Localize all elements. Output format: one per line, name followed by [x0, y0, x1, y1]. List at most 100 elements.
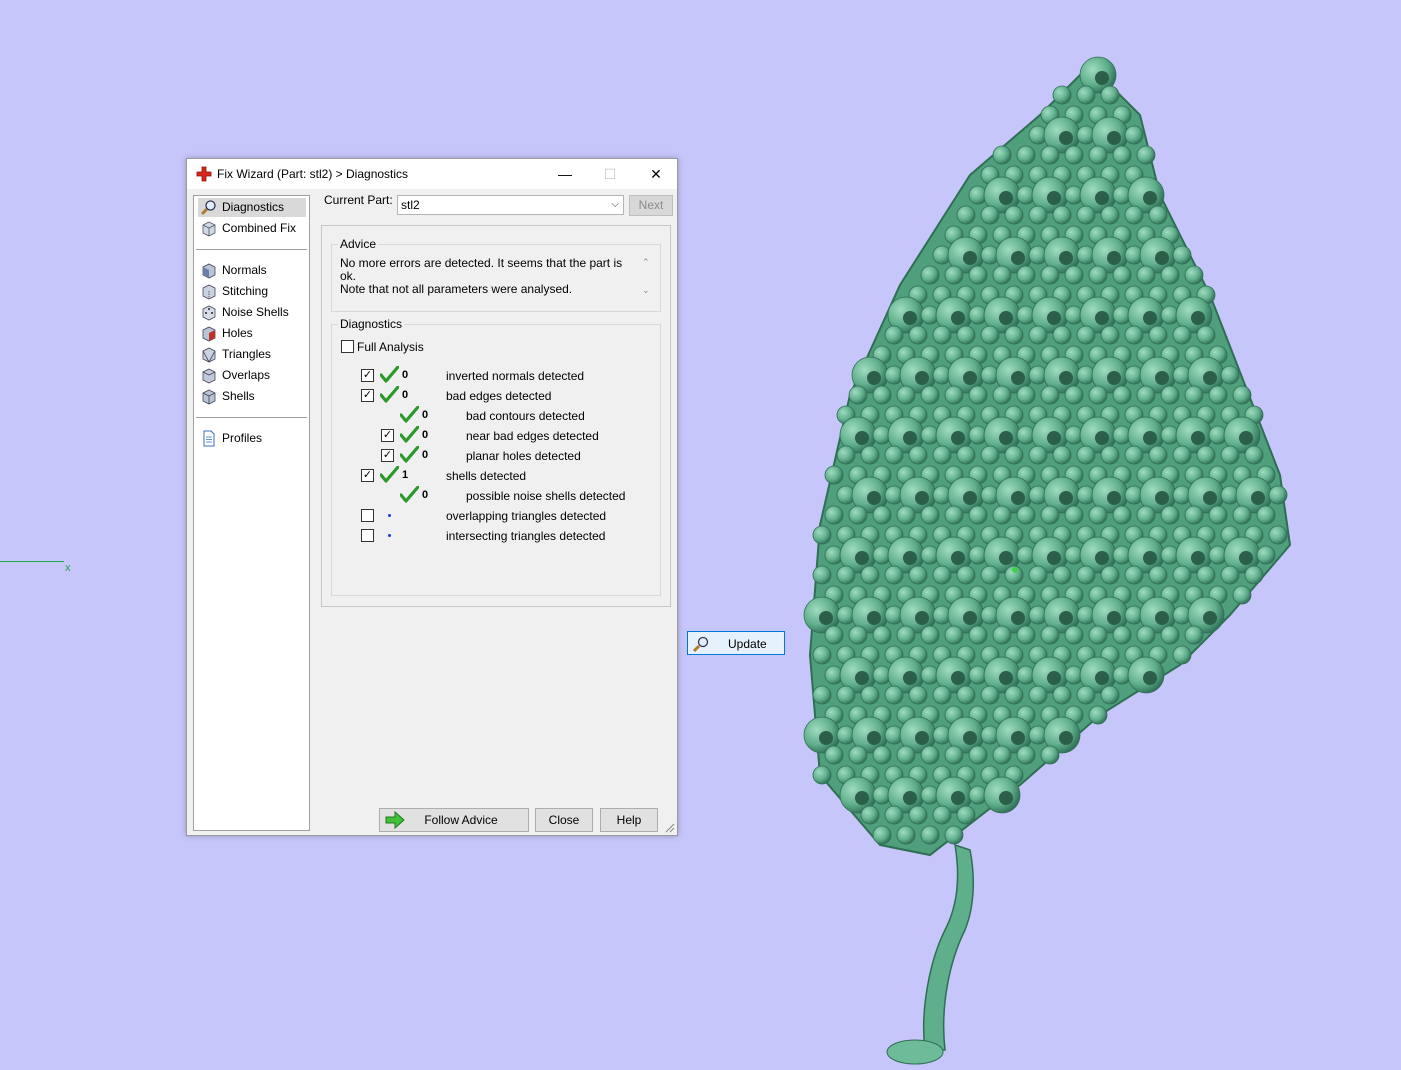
wizard-sidebar: Diagnostics Combined Fix Normals Stitchi…: [193, 195, 310, 831]
current-part-value: stl2: [401, 198, 420, 212]
diagnostic-count: 0: [422, 409, 429, 421]
follow-advice-button[interactable]: Follow Advice: [379, 808, 529, 832]
current-part-label: Current Part:: [324, 193, 393, 207]
full-analysis-label: Full Analysis: [357, 340, 424, 354]
close-button[interactable]: Close: [535, 808, 593, 832]
close-window-button[interactable]: ✕: [633, 159, 679, 189]
advice-line-2: Note that not all parameters were analys…: [340, 282, 573, 296]
diagnostic-count: 0: [422, 429, 429, 441]
magnifier-icon: [200, 200, 216, 216]
diagnostic-label: intersecting triangles detected: [446, 529, 606, 543]
pivot-point: [1012, 567, 1018, 573]
next-button: Next: [629, 195, 673, 216]
checkmark-icon: [400, 486, 419, 503]
shells-cube-icon: [202, 389, 216, 405]
stitching-cube-icon: [202, 284, 216, 300]
diagnostics-title: Diagnostics: [338, 317, 405, 331]
status-dot-icon: [388, 514, 391, 517]
diagnostic-label: inverted normals detected: [446, 369, 585, 383]
document-icon: [203, 430, 215, 447]
status-dot-icon: [388, 534, 391, 537]
diagnostic-label: bad edges detected: [446, 389, 552, 403]
advice-text: No more errors are detected. It seems th…: [340, 257, 640, 305]
sidebar-label: Shells: [222, 389, 255, 403]
sidebar-item-noise-shells[interactable]: Noise Shells: [198, 303, 306, 322]
lattice-model[interactable]: [790, 55, 1310, 1070]
sidebar-label: Noise Shells: [222, 305, 289, 319]
diagnostic-label: bad contours detected: [466, 409, 585, 423]
sidebar-divider: [196, 249, 307, 250]
diagnostic-checkbox[interactable]: ✓: [361, 469, 374, 482]
diagnostic-count: 0: [422, 489, 429, 501]
diagnostic-count: 0: [422, 449, 429, 461]
sidebar-item-combined-fix[interactable]: Combined Fix: [198, 219, 306, 238]
update-button[interactable]: Update: [687, 631, 785, 655]
sidebar-item-diagnostics[interactable]: Diagnostics: [198, 198, 306, 217]
sidebar-label: Triangles: [222, 347, 271, 361]
window-title: Fix Wizard (Part: stl2) > Diagnostics: [217, 167, 409, 181]
diagnostic-label: near bad edges detected: [466, 429, 599, 443]
cube-icon: [202, 221, 216, 237]
diagnostic-checkbox[interactable]: [361, 529, 374, 542]
x-axis-line: [0, 561, 64, 562]
diagnostics-group: Diagnostics Full Analysis ✓ 0 inverted norm…: [331, 317, 661, 596]
checkmark-icon: [380, 466, 399, 483]
overlaps-cube-icon: [202, 368, 216, 384]
scroll-down-icon[interactable]: ⌄: [642, 285, 650, 296]
diagnostic-count: 0: [402, 369, 409, 381]
sidebar-label: Stitching: [222, 284, 269, 298]
title-bar[interactable]: Fix Wizard (Part: stl2) > Diagnostics — …: [187, 159, 677, 189]
diagnostic-checkbox[interactable]: [361, 509, 374, 522]
help-button[interactable]: Help: [600, 808, 658, 832]
normals-cube-icon: [202, 263, 216, 279]
sidebar-label: Normals: [222, 263, 267, 277]
sidebar-label: Diagnostics: [222, 200, 285, 214]
diagnostic-count: 1: [402, 469, 409, 481]
diagnostic-label: overlapping triangles detected: [446, 509, 607, 523]
sidebar-label: Overlaps: [222, 368, 271, 382]
advice-scrollbar[interactable]: ⌃ ⌄: [640, 255, 654, 305]
sidebar-item-overlaps[interactable]: Overlaps: [198, 366, 306, 385]
holes-cube-icon: [202, 326, 216, 342]
checkmark-icon: [400, 426, 419, 443]
advice-group: Advice No more errors are detected. It s…: [331, 237, 661, 312]
diagnostic-checkbox[interactable]: ✓: [381, 449, 394, 462]
advice-line-1: No more errors are detected. It seems th…: [340, 256, 623, 283]
follow-advice-label: Follow Advice: [424, 813, 498, 827]
arrow-right-icon: [385, 811, 405, 829]
scroll-up-icon[interactable]: ⌃: [642, 257, 650, 268]
diagnostic-label: shells detected: [446, 469, 527, 483]
diagnostic-checkbox[interactable]: ✓: [381, 429, 394, 442]
checkmark-icon: [400, 446, 419, 463]
checkmark-icon: [380, 386, 399, 403]
diagnostic-label: possible noise shells detected: [466, 489, 626, 503]
diagnostic-count: 0: [402, 389, 409, 401]
advice-title: Advice: [338, 237, 379, 251]
sidebar-item-profiles[interactable]: Profiles: [198, 429, 306, 448]
diagnostic-checkbox[interactable]: ✓: [361, 369, 374, 382]
chevron-down-icon: ⌵: [611, 199, 619, 210]
minimize-button[interactable]: —: [542, 159, 588, 189]
sidebar-label: Profiles: [222, 431, 263, 445]
fix-wizard-dialog: Fix Wizard (Part: stl2) > Diagnostics — …: [186, 158, 785, 836]
sidebar-label: Combined Fix: [222, 221, 297, 235]
sidebar-divider: [196, 417, 307, 418]
sidebar-item-holes[interactable]: Holes: [198, 324, 306, 343]
maximize-button: ☐: [603, 166, 617, 182]
current-part-select[interactable]: stl2 ⌵: [397, 195, 624, 215]
triangles-cube-icon: [202, 347, 216, 363]
checkmark-icon: [380, 366, 399, 383]
resize-grip-icon[interactable]: [665, 823, 675, 833]
magnifier-icon: [692, 636, 709, 653]
sidebar-item-normals[interactable]: Normals: [198, 261, 306, 280]
sidebar-label: Holes: [222, 326, 253, 340]
sidebar-item-triangles[interactable]: Triangles: [198, 345, 306, 364]
red-cross-icon: [196, 166, 212, 182]
checkmark-icon: [400, 406, 419, 423]
diagnostics-panel: Advice No more errors are detected. It s…: [321, 225, 785, 655]
dice-icon: [202, 305, 216, 321]
full-analysis-checkbox[interactable]: [341, 340, 354, 353]
diagnostic-checkbox[interactable]: ✓: [361, 389, 374, 402]
sidebar-item-shells[interactable]: Shells: [198, 387, 306, 406]
sidebar-item-stitching[interactable]: Stitching: [198, 282, 306, 301]
